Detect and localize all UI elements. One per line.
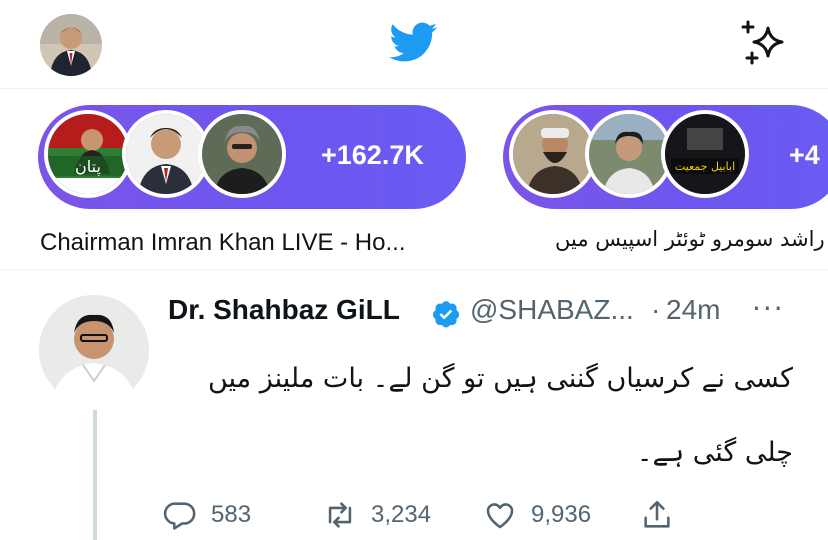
speaker-avatar-image <box>202 114 282 194</box>
twitter-bird-icon[interactable] <box>386 18 442 66</box>
share-icon <box>644 500 670 528</box>
share-button[interactable] <box>640 495 674 535</box>
top-navigation-bar <box>0 0 828 89</box>
space-title[interactable]: Chairman Imran Khan LIVE - Ho... <box>40 229 405 257</box>
space-speaker-avatar <box>122 110 210 198</box>
speaker-avatar-image: ابابیل جمعیت <box>665 114 745 194</box>
tweet-author-name[interactable]: Dr. Shahbaz GiLL <box>168 294 400 326</box>
sparkle-icon[interactable] <box>738 20 788 66</box>
space-card-2[interactable]: ابابیل جمعیت +4 <box>503 105 828 209</box>
tweet[interactable]: Dr. Shahbaz GiLL @SHABAZ... · 24m ··· کس… <box>0 270 828 540</box>
profile-avatar[interactable] <box>40 14 102 76</box>
tweet-timestamp[interactable]: 24m <box>666 294 720 326</box>
more-options-icon[interactable]: ··· <box>752 292 785 325</box>
space-title[interactable]: علامہ راشد سومرو ٹوئٹر اسپیس میں <box>555 227 828 251</box>
reply-icon <box>163 502 196 530</box>
space-speaker-avatar: ابابیل جمعیت <box>661 110 749 198</box>
speaker-avatar-image <box>589 114 669 194</box>
host-avatar-image <box>513 114 593 194</box>
author-avatar-image <box>39 295 149 405</box>
heart-icon <box>486 503 514 529</box>
svg-text:ابابیل جمعیت: ابابیل جمعیت <box>675 160 735 173</box>
profile-avatar-image <box>40 14 102 76</box>
speaker-avatar-image <box>126 114 206 194</box>
tweet-text: کسی نے کرسیاں گننی ہیں تو گن لے۔ بات ملی… <box>207 363 793 468</box>
space-speaker-avatar <box>198 110 286 198</box>
reply-button[interactable]: 583 <box>163 495 251 535</box>
space-host-avatar <box>509 110 597 198</box>
retweet-count: 3,234 <box>371 501 432 528</box>
verified-badge-icon <box>433 301 460 328</box>
spaces-row: پتان +162.7K Chairman Imran Khan LIVE - … <box>0 89 828 270</box>
like-button[interactable]: 9,936 <box>483 495 591 535</box>
space-host-avatar: پتان <box>44 110 132 198</box>
space-card-1[interactable]: پتان +162.7K <box>38 105 466 209</box>
thread-line <box>93 410 97 540</box>
retweet-icon <box>328 502 352 528</box>
like-count: 9,936 <box>531 501 592 528</box>
meta-separator: · <box>651 294 661 325</box>
tweet-author-avatar[interactable] <box>39 295 149 405</box>
space-listener-count: +162.7K <box>321 140 424 170</box>
svg-text:پتان: پتان <box>75 157 101 177</box>
space-speaker-avatar <box>585 110 673 198</box>
tweet-actions: 583 3,234 9,936 <box>163 495 693 535</box>
host-avatar-image: پتان <box>48 114 128 194</box>
retweet-button[interactable]: 3,234 <box>323 495 431 535</box>
reply-count: 583 <box>211 501 252 528</box>
tweet-author-handle[interactable]: @SHABAZ... <box>470 294 634 326</box>
space-listener-count: +4 <box>789 140 820 170</box>
